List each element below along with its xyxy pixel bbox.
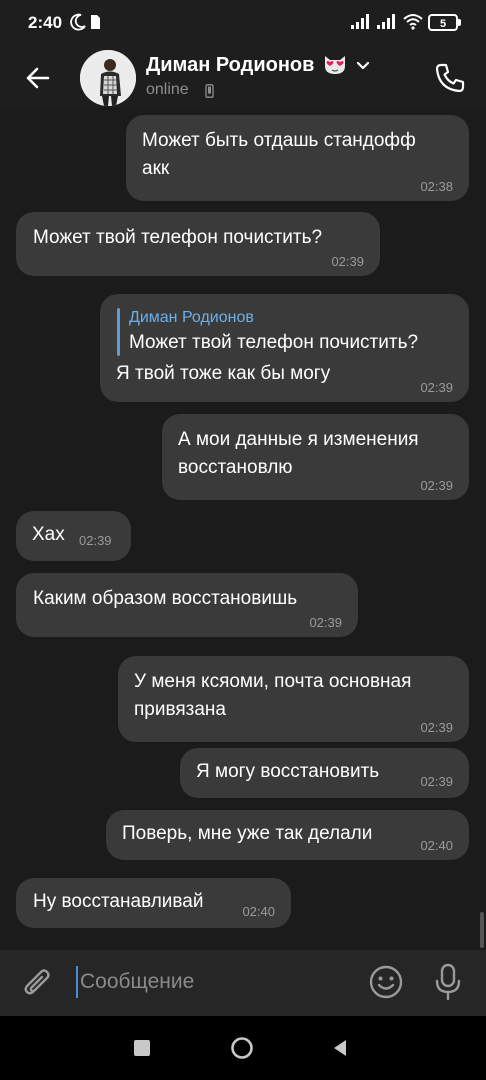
message-bubble-outgoing[interactable]: Поверь, мне уже так делали 02:40	[106, 810, 469, 860]
battery-icon: 5	[428, 14, 462, 32]
moon-icon	[70, 13, 86, 31]
message-text: У меня ксяоми, почта основная	[134, 671, 412, 692]
message-bubble-incoming[interactable]: Может твой телефон почистить? 02:39	[16, 212, 380, 276]
chat-header: Диман Родионов online	[0, 46, 486, 108]
avatar[interactable]	[80, 50, 136, 106]
battery-level: 5	[439, 18, 447, 30]
message-time: 02:38	[420, 179, 453, 194]
message-bubble-outgoing[interactable]: А мои данные я изменения восстановлю 02:…	[162, 414, 469, 500]
message-bubble-outgoing[interactable]: Я могу восстановить 02:39	[180, 748, 469, 798]
smiley-icon[interactable]	[368, 964, 404, 1000]
message-time: 02:39	[331, 254, 364, 269]
home-circle-icon[interactable]	[230, 1036, 254, 1060]
contact-status: online	[146, 81, 189, 98]
message-bubble-incoming[interactable]: Хах 02:39	[16, 511, 131, 561]
arrow-left-icon[interactable]	[20, 60, 56, 96]
message-text: Хах	[32, 524, 65, 545]
contact-name[interactable]: Диман Родионов	[146, 54, 314, 77]
message-time: 02:40	[242, 904, 275, 919]
message-time: 02:40	[420, 838, 453, 853]
mobile-phone-icon	[205, 84, 214, 98]
wifi-icon	[403, 14, 423, 30]
message-time: 02:39	[420, 380, 453, 395]
phone-icon[interactable]	[432, 60, 468, 96]
message-bubble-outgoing[interactable]: У меня ксяоми, почта основная привязана …	[118, 656, 469, 742]
chevron-down-icon[interactable]	[354, 58, 372, 74]
message-text: Я твой тоже как бы могу	[116, 363, 331, 384]
message-time: 02:39	[420, 720, 453, 735]
message-text: Может быть отдашь стандофф	[142, 130, 416, 151]
status-bar: 2:40 5	[0, 0, 486, 46]
message-text: привязана	[134, 699, 226, 720]
message-time: 02:39	[79, 533, 112, 548]
text-cursor	[76, 966, 78, 998]
microphone-icon[interactable]	[430, 962, 466, 1002]
paperclip-icon[interactable]	[20, 964, 56, 1002]
signal-icon	[351, 14, 369, 29]
message-text: Поверь, мне уже так делали	[122, 823, 373, 844]
reply-author[interactable]: Диман Родионов	[129, 309, 254, 327]
message-text: восстановлю	[178, 457, 293, 478]
message-composer	[0, 950, 486, 1016]
message-text: Каким образом восстановишь	[33, 588, 298, 609]
message-text: А мои данные я изменения	[178, 429, 419, 450]
signal-icon	[377, 14, 395, 29]
message-bubble-incoming[interactable]: Каким образом восстановишь 02:39	[16, 573, 358, 637]
reply-accent-bar	[117, 308, 120, 356]
message-time: 02:39	[420, 478, 453, 493]
message-bubble-incoming[interactable]: Ну восстанавливай 02:40	[16, 878, 291, 928]
system-navigation-bar	[0, 1016, 486, 1080]
reply-quote-text[interactable]: Может твой телефон почистить?	[129, 329, 418, 357]
back-triangle-icon[interactable]	[330, 1038, 350, 1058]
message-list[interactable]: Может быть отдашь стандофф акк 02:38 Мож…	[0, 108, 486, 950]
cat-heart-eyes-emoji-icon	[325, 56, 345, 74]
message-input[interactable]	[80, 960, 350, 1004]
message-time: 02:39	[420, 774, 453, 789]
message-bubble-outgoing[interactable]: Диман Родионов Может твой телефон почист…	[100, 294, 469, 402]
message-text: Может твой телефон почистить?	[33, 227, 323, 248]
scrollbar[interactable]	[480, 912, 484, 948]
sim-card-icon	[91, 15, 100, 29]
message-text: Я могу восстановить	[196, 761, 380, 782]
message-time: 02:39	[309, 615, 342, 630]
message-text: акк	[142, 158, 170, 179]
message-bubble-outgoing[interactable]: Может быть отдашь стандофф акк 02:38	[126, 115, 469, 201]
message-text: Ну восстанавливай	[33, 891, 204, 912]
recents-square-icon[interactable]	[134, 1040, 150, 1056]
status-time: 2:40	[28, 13, 63, 32]
